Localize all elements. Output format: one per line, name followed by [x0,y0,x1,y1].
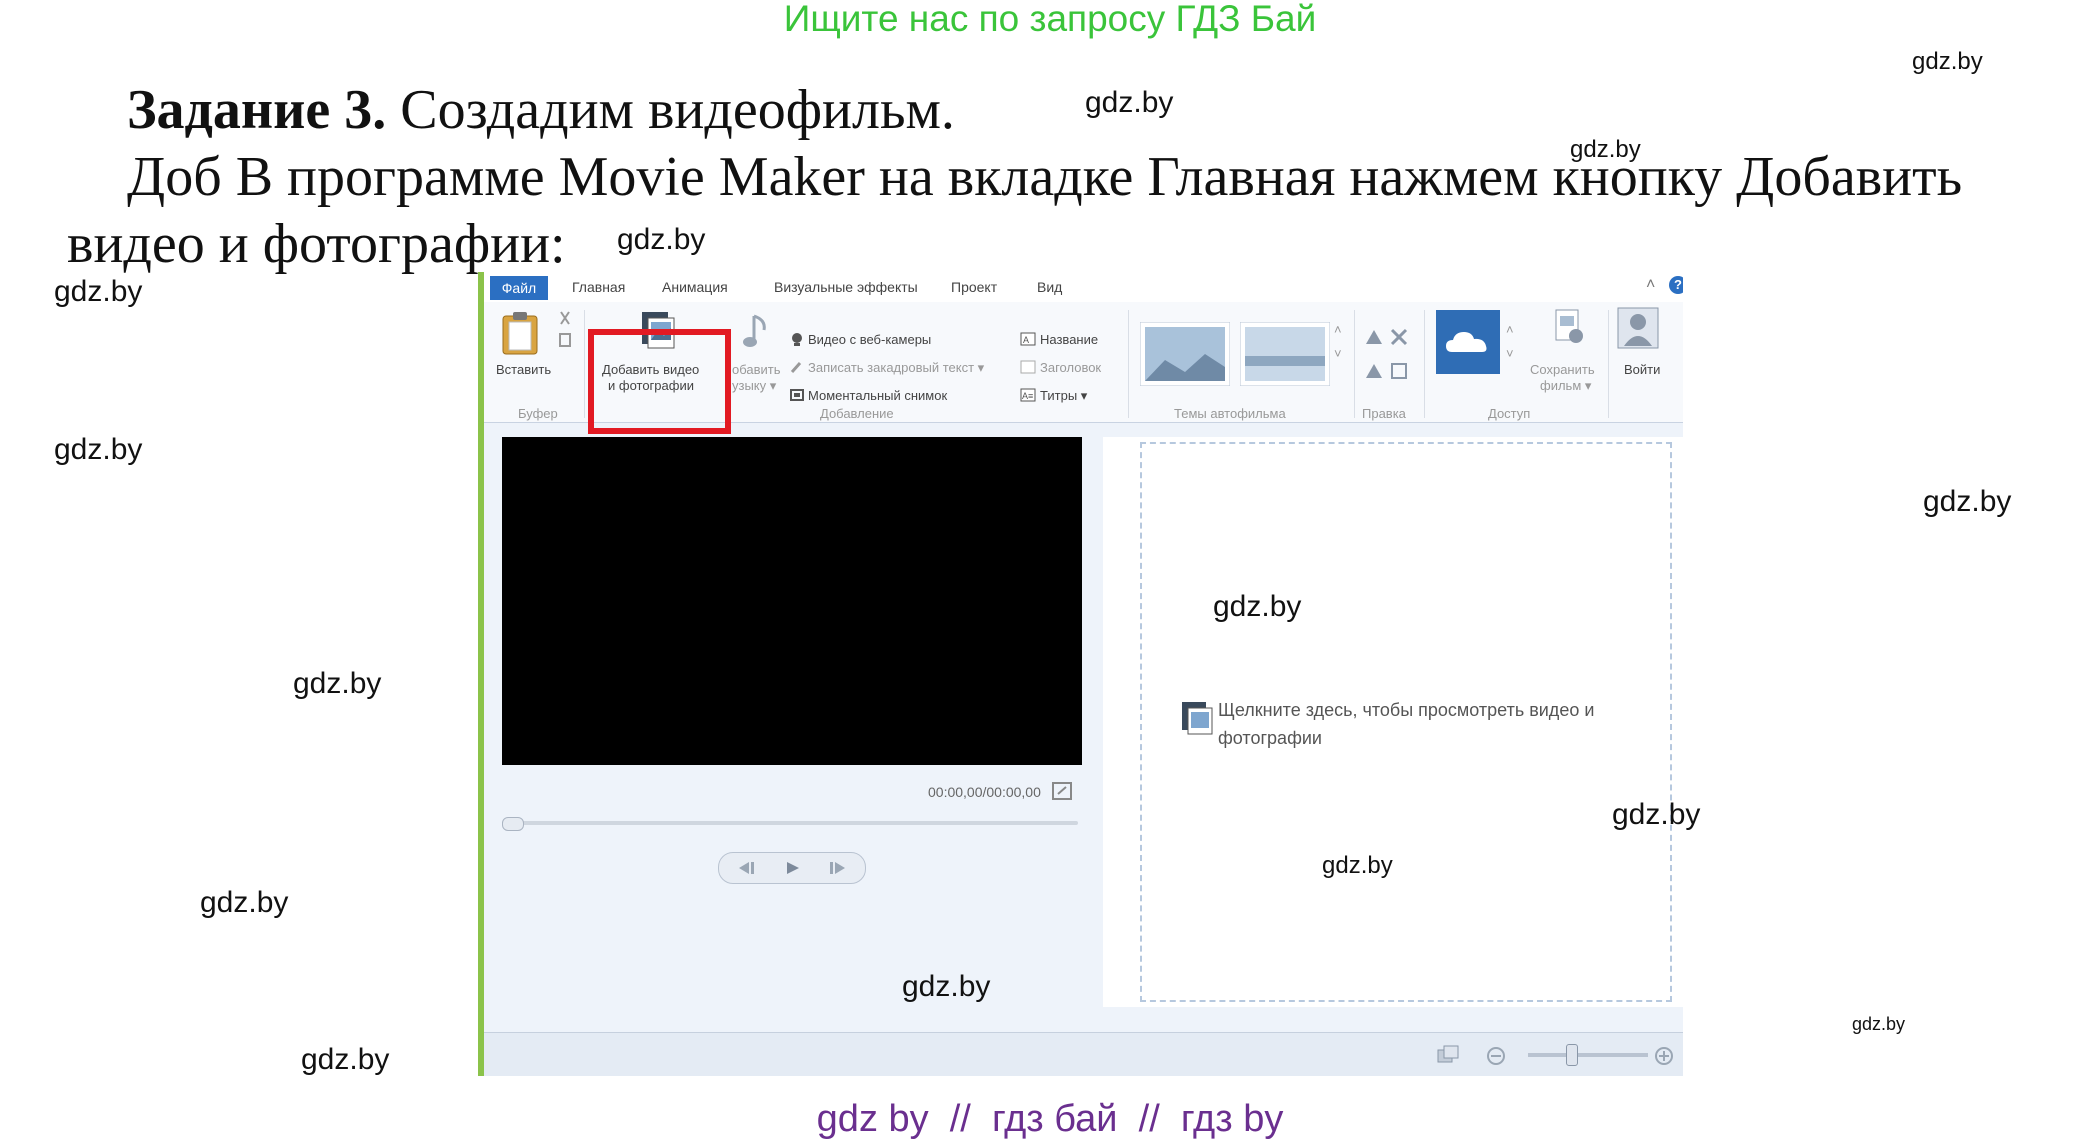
add-video-photos-button[interactable] [588,329,731,434]
task-title-number: Задание 3. [127,79,387,141]
watermark: gdz.by [1085,86,1174,119]
save-movie-icon[interactable] [1552,308,1586,348]
group-separator [1128,310,1129,418]
caption-button[interactable]: Заголовок [1040,360,1101,375]
group-label-clipboard: Буфер [518,406,558,421]
group-label-share: Доступ [1488,406,1531,421]
group-separator [1608,310,1609,418]
watermark: gdz.by [301,1043,390,1076]
tab-visual-effects[interactable]: Визуальные эффекты [774,279,918,295]
credits-icon[interactable]: A≡ [1020,388,1036,402]
seek-thumb[interactable] [502,817,524,831]
tab-home[interactable]: Главная [572,279,625,295]
theme-scroll-up-icon[interactable]: ˄ [1334,322,1342,337]
cut-copy-icons[interactable] [557,310,573,350]
film-photo-icon [1182,702,1213,735]
tab-animation[interactable]: Анимация [662,279,728,295]
share-scroll-down-icon[interactable]: ˅ [1506,346,1514,361]
previous-frame-icon[interactable] [735,860,757,876]
watermark: gdz.by [617,223,706,256]
task-title: Задание 3. Создадим видеофильм. [127,78,955,142]
playback-controls [718,852,866,884]
record-narration-button[interactable]: Записать закадровый текст ▾ [808,360,984,376]
seek-bar[interactable] [508,821,1078,825]
group-separator [1424,310,1425,418]
group-separator [1354,310,1355,418]
watermark: gdz.by [293,667,382,700]
share-scroll-up-icon[interactable]: ˄ [1506,322,1514,337]
fullscreen-icon[interactable] [1052,782,1072,800]
top-banner: Ищите нас по запросу ГДЗ Бай [783,0,1317,39]
watermark: gdz.by [1570,136,1641,163]
zoom-out-icon[interactable] [1486,1046,1506,1066]
watermark: gdz.by [902,970,991,1003]
save-movie-label-line2[interactable]: фильм ▾ [1540,378,1591,394]
credits-button[interactable]: Титры ▾ [1040,388,1087,404]
title-icon[interactable]: A [1020,332,1036,346]
ribbon-tab-bar: Файл Главная Анимация Визуальные эффекты… [484,272,1683,303]
snapshot-icon[interactable] [790,388,804,402]
automovie-theme-thumbnail[interactable] [1140,322,1230,386]
svg-text:A: A [1023,335,1029,345]
group-label-themes: Темы автофильма [1174,406,1286,421]
add-music-label-line2: узыку ▾ [732,378,777,393]
watermark: gdz.by [1322,852,1393,879]
watermark: gdz.by [1612,798,1701,831]
watermark: gdz.by [54,275,143,308]
group-separator [584,310,585,418]
zoom-slider-thumb[interactable] [1566,1044,1578,1066]
storyboard-hint-line2: фотографии [1218,728,1322,748]
task-line-3: видео и фотографии: [67,213,566,275]
tab-project[interactable]: Проект [951,279,997,295]
tab-file[interactable]: Файл [490,276,548,300]
watermark: gdz.by [1213,590,1302,623]
storyboard-hint-line1: Щелкните здесь, чтобы просмотреть видео … [1218,700,1595,720]
microphone-icon[interactable] [790,360,804,374]
ribbon-collapse-icon[interactable]: ˄ [1646,276,1655,294]
watermark: gdz.by [54,433,143,466]
play-icon[interactable] [781,860,803,876]
theme-scroll-down-icon[interactable]: ˅ [1334,346,1342,361]
group-label-add: Добавление [820,406,894,421]
onedrive-cloud-icon[interactable] [1436,310,1500,374]
watermark: gdz.by [1852,1014,1906,1034]
tab-view[interactable]: Вид [1037,279,1062,295]
watermark: gdz.by [1912,48,1983,75]
bottom-banner: gdz by // гдз бай // гдз by [816,1098,1284,1140]
watermark: gdz.by [1923,485,2012,518]
task-title-text: Создадим видеофильм. [386,79,955,141]
music-note-icon[interactable] [742,312,772,352]
group-label-edit: Правка [1362,406,1406,421]
clipboard-paste-icon[interactable] [500,310,542,356]
video-preview[interactable] [502,437,1082,765]
help-icon[interactable]: ? [1669,276,1683,294]
thumbnail-size-icon[interactable] [1436,1044,1460,1064]
playback-time: 00:00,00/00:00,00 [928,784,1041,800]
task-line-2: Доб В программе Movie Maker на вкладке Г… [127,146,1963,208]
zoom-slider[interactable] [1528,1053,1648,1057]
movie-maker-window: Файл Главная Анимация Визуальные эффекты… [478,272,1683,1076]
watermark: gdz.by [200,886,289,919]
svg-text:A≡: A≡ [1022,391,1033,401]
save-movie-label-line1[interactable]: Сохранить [1530,362,1595,377]
storyboard-hint[interactable]: Щелкните здесь, чтобы просмотреть видео … [1218,696,1594,752]
automovie-theme-thumbnail[interactable] [1240,322,1330,386]
ribbon: Вставить Буфер Добавить видео и фотограф… [484,302,1683,434]
webcam-video-button[interactable]: Видео с веб-камеры [808,332,931,347]
title-button[interactable]: Название [1040,332,1098,347]
edit-tools-icons[interactable] [1364,326,1414,382]
zoom-in-icon[interactable] [1654,1046,1674,1066]
user-signin-icon[interactable] [1616,306,1660,350]
signin-button[interactable]: Войти [1624,362,1660,377]
next-frame-icon[interactable] [827,860,849,876]
snapshot-button[interactable]: Моментальный снимок [808,388,947,403]
add-music-label-line1: обавить [732,362,781,377]
webcam-icon[interactable] [790,332,804,346]
caption-icon[interactable] [1020,360,1036,374]
paste-button[interactable]: Вставить [496,362,551,377]
